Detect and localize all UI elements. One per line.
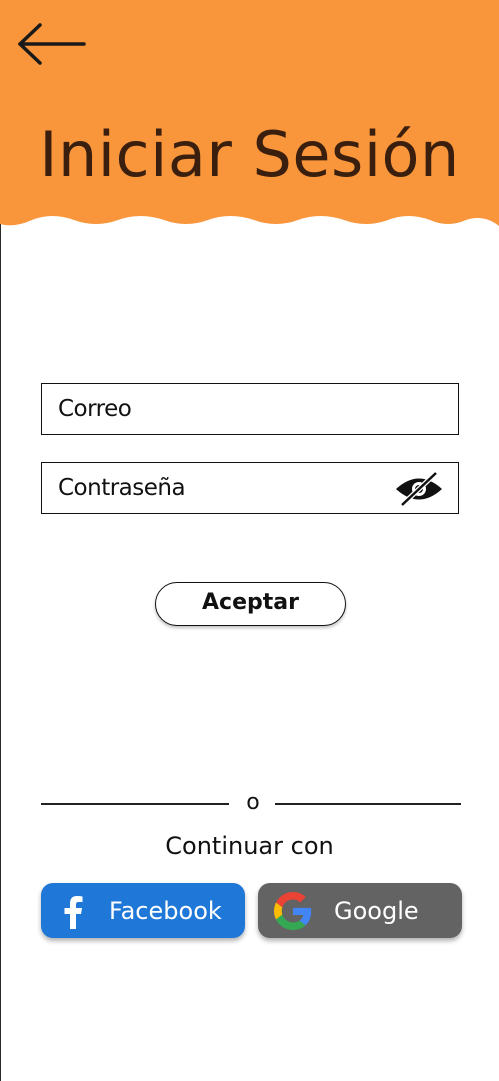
google-label: Google [334, 897, 419, 925]
arrow-left-icon [18, 23, 86, 65]
facebook-label: Facebook [109, 897, 222, 925]
google-g-icon [274, 892, 312, 930]
page-title: Iniciar Sesión [39, 118, 460, 191]
eye-slash-icon [396, 471, 442, 507]
divider-text: o [246, 790, 260, 815]
facebook-button[interactable]: Facebook [41, 883, 245, 938]
google-button[interactable]: Google [258, 883, 462, 938]
email-field[interactable] [41, 383, 459, 435]
accept-button[interactable]: Aceptar [155, 582, 346, 626]
continue-with-label: Continuar con [165, 832, 334, 860]
header: Iniciar Sesión [0, 0, 499, 228]
email-input[interactable] [42, 384, 458, 434]
divider-line-right [275, 803, 461, 805]
back-button[interactable] [16, 22, 88, 66]
password-visibility-toggle[interactable] [394, 471, 444, 507]
facebook-f-icon [64, 896, 83, 929]
password-field[interactable] [41, 462, 459, 514]
divider-line-left [41, 803, 229, 805]
